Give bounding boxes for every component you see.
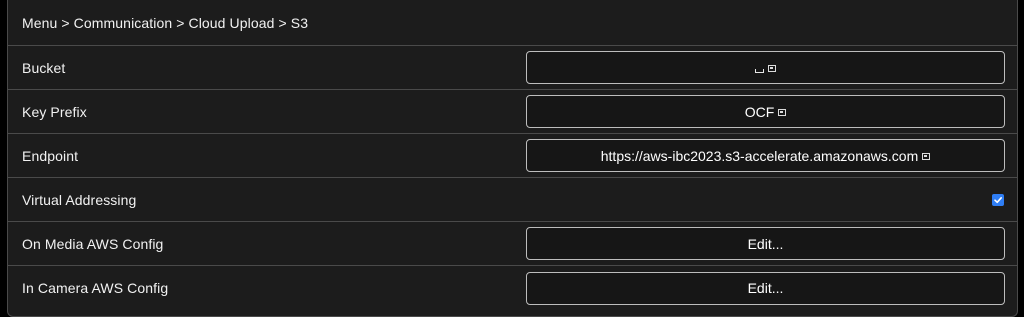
in-camera-aws-config-label: In Camera AWS Config — [22, 280, 169, 296]
bucket-field[interactable] — [526, 51, 1005, 84]
endpoint-value: https://aws-ibc2023.s3-accelerate.amazon… — [600, 147, 919, 164]
virtual-addressing-row: Virtual Addressing — [8, 178, 1017, 222]
edit-button-label: Edit... — [747, 280, 784, 296]
bucket-label: Bucket — [22, 59, 66, 76]
breadcrumb: Menu > Communication > Cloud Upload > S3 — [22, 14, 309, 31]
checkmark-icon — [994, 196, 1002, 203]
edit-button-label: Edit... — [747, 235, 784, 252]
key-prefix-field[interactable]: OCF — [526, 95, 1005, 128]
virtual-addressing-label: Virtual Addressing — [22, 191, 137, 208]
on-media-aws-config-edit-button[interactable]: Edit... — [526, 227, 1005, 260]
breadcrumb-row: Menu > Communication > Cloud Upload > S3 — [8, 0, 1017, 46]
endpoint-row: Endpoint https://aws-ibc2023.s3-accelera… — [8, 134, 1017, 178]
s3-settings-panel: Menu > Communication > Cloud Upload > S3… — [7, 0, 1018, 317]
key-prefix-value: OCF — [744, 103, 775, 120]
bucket-row: Bucket — [8, 46, 1017, 90]
edit-field-icon — [778, 109, 787, 116]
on-media-aws-config-row: On Media AWS Config Edit... — [8, 222, 1017, 266]
key-prefix-row: Key Prefix OCF — [8, 90, 1017, 134]
edit-field-icon — [922, 153, 931, 160]
key-prefix-label: Key Prefix — [22, 103, 87, 120]
on-media-aws-config-label: On Media AWS Config — [22, 235, 164, 252]
in-camera-aws-config-row: In Camera AWS Config Edit... — [8, 266, 1017, 310]
empty-value-icon — [755, 68, 764, 73]
in-camera-aws-config-edit-button[interactable]: Edit... — [526, 271, 1005, 305]
virtual-addressing-checkbox[interactable] — [992, 193, 1004, 206]
edit-field-icon — [768, 65, 776, 72]
endpoint-field[interactable]: https://aws-ibc2023.s3-accelerate.amazon… — [526, 139, 1005, 172]
endpoint-label: Endpoint — [22, 147, 79, 164]
